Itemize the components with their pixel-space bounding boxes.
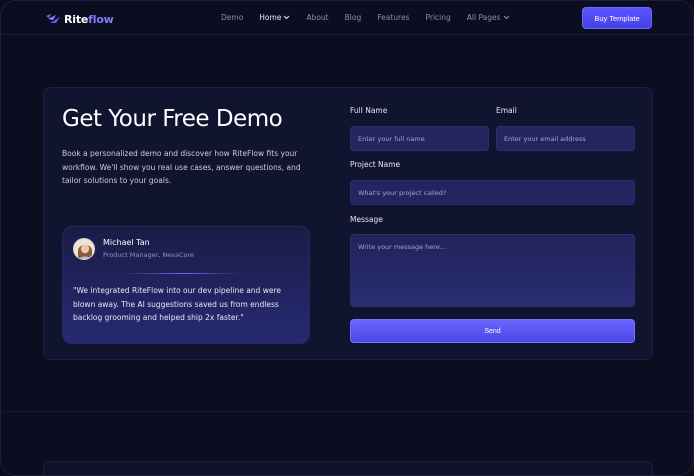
nav-link-label: Demo [221,13,244,22]
nav-link-label: Features [377,13,410,22]
chevron-down-icon [503,15,509,20]
nav-links: Demo Home About Blog Features Pricing Al… [221,13,526,22]
section-divider [1,411,693,412]
nav-link-label: About [306,13,329,22]
nav-link-label: Home [259,13,282,22]
nav-link-blog[interactable]: Blog [345,13,362,22]
intro-text: Book a personalized demo and discover ho… [62,149,301,185]
testimonial-divider [123,273,243,274]
testimonial-card: Michael Tan Product Manager, NexaCore "W… [62,226,310,344]
nav-link-label: All Pages [466,13,501,22]
logo-text-suffix: flow [88,12,114,26]
next-section-card [43,461,653,475]
demo-card: Get Your Free Demo Book a personalized d… [43,87,653,360]
full-name-input[interactable] [350,126,489,151]
nav-link-label: Blog [344,13,362,22]
page-title: Get Your Free Demo [62,106,283,132]
nav-link-pricing[interactable]: Pricing [425,13,450,22]
avatar [73,238,95,260]
riteflow-logo[interactable]: Riteflow [45,11,114,27]
nav-link-features[interactable]: Features [377,13,409,22]
top-navigation: Riteflow Demo Home About Blog Features P… [1,1,693,35]
full-name-label: Full Name [350,106,388,115]
nav-link-all-pages[interactable]: All Pages [467,13,510,22]
testimonial-name: Michael Tan [103,238,150,247]
testimonial-role: Product Manager, NexaCore [103,251,194,259]
buy-template-button[interactable]: Buy Template [582,7,652,29]
avatar-portrait-icon [74,239,94,259]
nav-link-label: Pricing [425,13,451,22]
email-input[interactable] [496,126,635,151]
message-label: Message [350,215,383,224]
page-frame: Riteflow Demo Home About Blog Features P… [0,0,694,476]
nav-link-home[interactable]: Home [259,13,290,22]
chevron-down-icon [284,15,290,20]
project-name-input[interactable] [350,180,635,205]
email-label: Email [496,106,517,115]
testimonial-quote: "We integrated RiteFlow into our dev pip… [73,286,281,322]
nav-link-about[interactable]: About [306,13,328,22]
message-textarea[interactable] [350,234,635,307]
project-name-label: Project Name [350,160,401,169]
send-button[interactable]: Send [350,319,635,343]
logo-icon [46,14,60,23]
nav-link-demo[interactable]: Demo [221,13,243,22]
logo-text: Riteflow [64,13,114,26]
logo-text-prefix: Rite [64,12,89,26]
